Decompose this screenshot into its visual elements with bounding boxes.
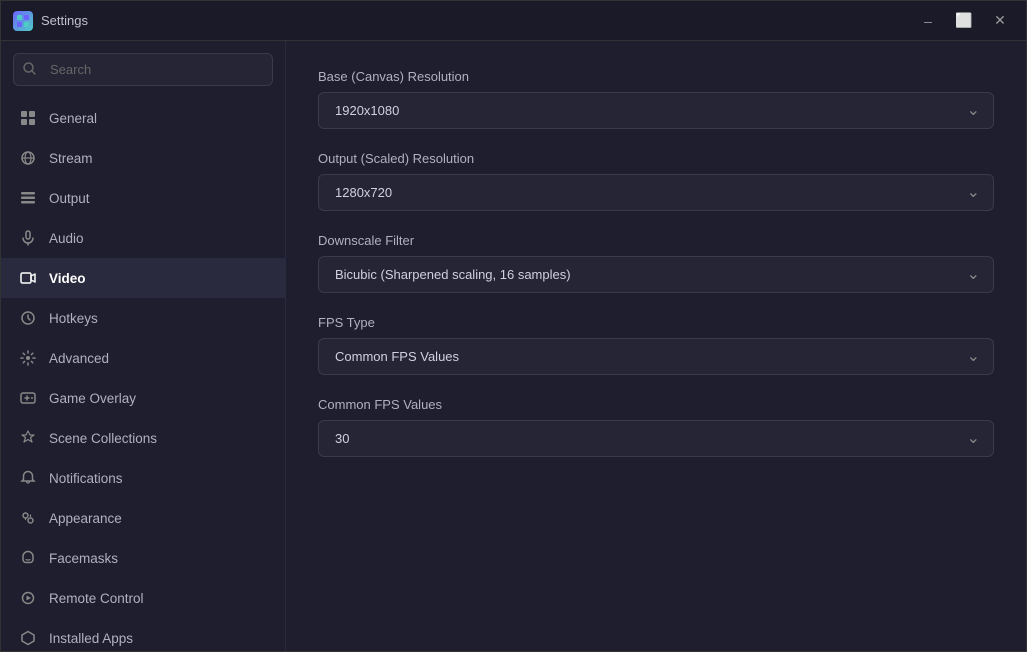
select-downscale-filter[interactable]: Bicubic (Sharpened scaling, 16 samples)B… [318, 256, 994, 293]
select-wrapper-base-resolution: 1920x10801280x7202560x14403840x2160 [318, 92, 994, 129]
sidebar-item-remote-control[interactable]: Remote Control [1, 578, 285, 618]
notifications-icon [19, 469, 37, 487]
sidebar-item-general[interactable]: General [1, 98, 285, 138]
select-base-resolution[interactable]: 1920x10801280x7202560x14403840x2160 [318, 92, 994, 129]
maximize-button[interactable]: ⬜ [950, 10, 978, 32]
remote-control-icon [19, 589, 37, 607]
hotkeys-icon [19, 309, 37, 327]
sidebar-item-advanced[interactable]: Advanced [1, 338, 285, 378]
general-icon [19, 109, 37, 127]
sidebar-item-notifications[interactable]: Notifications [1, 458, 285, 498]
facemasks-icon [19, 549, 37, 567]
sidebar-label-stream: Stream [49, 151, 93, 166]
installed-apps-icon [19, 629, 37, 647]
settings-window: Settings – ⬜ ✕ General Stream Output Audio V… [0, 0, 1027, 652]
nav-list: General Stream Output Audio Video Hotkeys Adva… [1, 98, 285, 651]
sidebar-item-audio[interactable]: Audio [1, 218, 285, 258]
search-icon [23, 62, 36, 78]
sidebar-item-hotkeys[interactable]: Hotkeys [1, 298, 285, 338]
select-wrapper-common-fps-values: 242529.9730485059.9460 [318, 420, 994, 457]
audio-icon [19, 229, 37, 247]
app-icon [13, 11, 33, 31]
sidebar-label-game-overlay: Game Overlay [49, 391, 136, 406]
select-wrapper-output-resolution: 1280x7201920x1080854x480640x360 [318, 174, 994, 211]
sidebar-label-notifications: Notifications [49, 471, 123, 486]
close-button[interactable]: ✕ [986, 10, 1014, 32]
setting-group-output-resolution: Output (Scaled) Resolution 1280x7201920x1… [318, 151, 994, 211]
video-icon [19, 269, 37, 287]
sidebar-label-output: Output [49, 191, 90, 206]
sidebar-label-installed-apps: Installed Apps [49, 631, 133, 646]
settings-list: Base (Canvas) Resolution 1920x10801280x72… [318, 69, 994, 457]
select-wrapper-downscale-filter: Bicubic (Sharpened scaling, 16 samples)B… [318, 256, 994, 293]
sidebar-label-remote-control: Remote Control [49, 591, 144, 606]
game-overlay-icon [19, 389, 37, 407]
window-title: Settings [41, 13, 88, 28]
title-bar-left: Settings [13, 11, 88, 31]
setting-label-output-resolution: Output (Scaled) Resolution [318, 151, 994, 166]
sidebar: General Stream Output Audio Video Hotkeys Adva… [1, 41, 286, 651]
setting-group-base-resolution: Base (Canvas) Resolution 1920x10801280x72… [318, 69, 994, 129]
setting-label-downscale-filter: Downscale Filter [318, 233, 994, 248]
sidebar-label-appearance: Appearance [49, 511, 122, 526]
stream-icon [19, 149, 37, 167]
sidebar-label-scene-collections: Scene Collections [49, 431, 157, 446]
sidebar-label-advanced: Advanced [49, 351, 109, 366]
sidebar-label-hotkeys: Hotkeys [49, 311, 98, 326]
setting-group-common-fps-values: Common FPS Values 242529.9730485059.9460 [318, 397, 994, 457]
select-common-fps-values[interactable]: 242529.9730485059.9460 [318, 420, 994, 457]
select-fps-type[interactable]: Common FPS ValuesInteger FPS ValueFracti… [318, 338, 994, 375]
sidebar-label-video: Video [49, 271, 86, 286]
sidebar-item-installed-apps[interactable]: Installed Apps [1, 618, 285, 651]
sidebar-item-video[interactable]: Video [1, 258, 285, 298]
sidebar-item-stream[interactable]: Stream [1, 138, 285, 178]
select-wrapper-fps-type: Common FPS ValuesInteger FPS ValueFracti… [318, 338, 994, 375]
sidebar-label-general: General [49, 111, 97, 126]
setting-group-fps-type: FPS Type Common FPS ValuesInteger FPS Val… [318, 315, 994, 375]
output-icon [19, 189, 37, 207]
main-content: Base (Canvas) Resolution 1920x10801280x72… [286, 41, 1026, 651]
minimize-button[interactable]: – [914, 10, 942, 32]
content-area: General Stream Output Audio Video Hotkeys Adva… [1, 41, 1026, 651]
sidebar-label-facemasks: Facemasks [49, 551, 118, 566]
appearance-icon [19, 509, 37, 527]
scene-collections-icon [19, 429, 37, 447]
setting-label-common-fps-values: Common FPS Values [318, 397, 994, 412]
setting-label-fps-type: FPS Type [318, 315, 994, 330]
sidebar-item-appearance[interactable]: Appearance [1, 498, 285, 538]
title-bar: Settings – ⬜ ✕ [1, 1, 1026, 41]
window-controls: – ⬜ ✕ [914, 10, 1014, 32]
search-box [13, 53, 273, 86]
sidebar-item-scene-collections[interactable]: Scene Collections [1, 418, 285, 458]
sidebar-item-game-overlay[interactable]: Game Overlay [1, 378, 285, 418]
advanced-icon [19, 349, 37, 367]
search-input[interactable] [13, 53, 273, 86]
sidebar-item-output[interactable]: Output [1, 178, 285, 218]
sidebar-label-audio: Audio [49, 231, 84, 246]
setting-label-base-resolution: Base (Canvas) Resolution [318, 69, 994, 84]
sidebar-item-facemasks[interactable]: Facemasks [1, 538, 285, 578]
select-output-resolution[interactable]: 1280x7201920x1080854x480640x360 [318, 174, 994, 211]
setting-group-downscale-filter: Downscale Filter Bicubic (Sharpened scali… [318, 233, 994, 293]
